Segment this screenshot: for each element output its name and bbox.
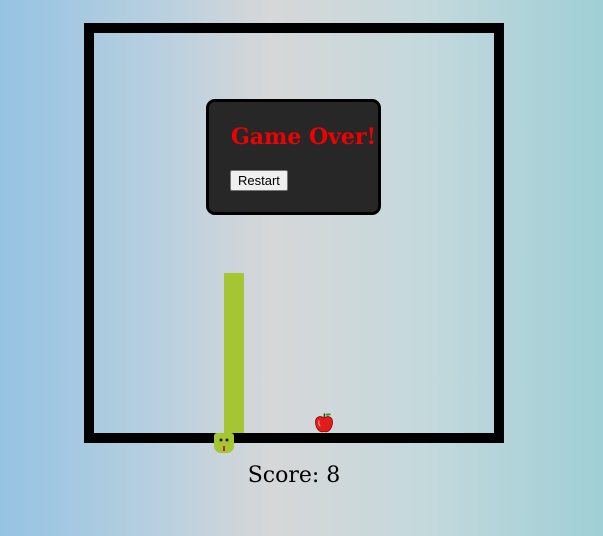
snake-body bbox=[224, 273, 244, 433]
apple-icon bbox=[313, 412, 335, 434]
snake-head-icon bbox=[214, 433, 234, 453]
game-over-panel: Game Over! Restart bbox=[206, 99, 381, 215]
game-over-title: Game Over! bbox=[231, 124, 377, 150]
game-board bbox=[84, 23, 504, 443]
score-display: Score: 8 bbox=[247, 463, 341, 488]
restart-button[interactable]: Restart bbox=[230, 170, 288, 191]
